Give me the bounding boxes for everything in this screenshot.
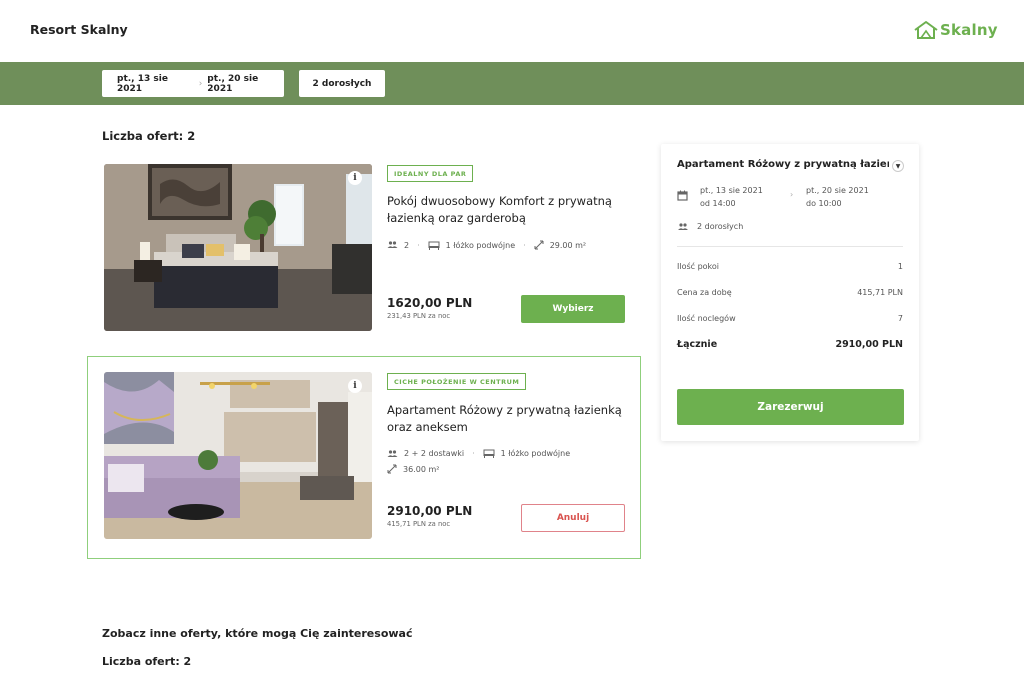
summary-total: Łącznie 2910,00 PLN <box>677 339 903 350</box>
beds-label: 1 łóżko podwójne <box>445 240 516 250</box>
booking-summary: Apartament Różowy z prywatną łazienką or… <box>661 144 919 441</box>
summary-room-title[interactable]: Apartament Różowy z prywatną łazienką or… <box>677 159 889 170</box>
calendar-icon <box>677 190 688 201</box>
room-photo[interactable] <box>104 164 372 331</box>
summary-guests: 2 dorosłych <box>677 222 743 231</box>
cancel-button[interactable]: Anuluj <box>521 504 625 532</box>
row-value: 415,71 PLN <box>857 288 903 297</box>
expand-arrows-icon <box>534 240 544 250</box>
people-icon <box>387 449 398 457</box>
room-features: 2 · 1 łóżko podwójne · 29.00 m² <box>387 240 637 250</box>
offer-tag: CICHE POŁOŻENIE W CENTRUM <box>387 373 527 390</box>
room-title[interactable]: Pokój dwuosobowy Komfort z prywatną łazi… <box>387 193 637 227</box>
bed-icon <box>483 449 495 458</box>
offer-card: i IDEALNY DLA PAR Pokój dwuosobowy Komfo… <box>87 156 641 343</box>
brand-name[interactable]: Resort Skalny <box>30 22 128 37</box>
checkin: pt., 13 sie 2021 od 14:00 <box>700 184 763 210</box>
price-per-night: 415,71 PLN za noc <box>387 520 451 528</box>
row-label: Ilość noclegów <box>677 314 736 323</box>
offers-count: Liczba ofert: 2 <box>102 129 196 143</box>
checkin-date: pt., 13 sie 2021 <box>700 186 763 195</box>
logo-text: Skalny <box>940 21 998 39</box>
info-icon[interactable]: i <box>348 171 362 185</box>
summary-row-rooms: Ilość pokoi 1 <box>677 262 903 271</box>
bed-icon <box>428 241 440 250</box>
date-range-picker[interactable]: pt., 13 sie 2021 › pt., 20 sie 2021 <box>102 70 284 97</box>
offer-price: 1620,00 PLN <box>387 296 473 310</box>
top-bar: Resort Skalny Skalny <box>0 0 1024 62</box>
separator-dot: · <box>417 240 420 250</box>
checkin-time: od 14:00 <box>700 199 736 208</box>
room-title[interactable]: Apartament Różowy z prywatną łazienką or… <box>387 402 637 436</box>
date-to: pt., 20 sie 2021 <box>207 73 259 94</box>
chevron-down-icon[interactable]: ▼ <box>892 160 904 172</box>
checkout-date: pt., 20 sie 2021 <box>806 186 869 195</box>
people-icon <box>387 241 398 248</box>
feature-area: 29.00 m² <box>534 240 586 250</box>
separator-dot: · <box>472 449 475 458</box>
feature-beds: 1 łóżko podwójne <box>483 449 571 458</box>
other-offers-count: Liczba ofert: 2 <box>102 655 192 668</box>
guests-picker[interactable]: 2 dorosłych <box>299 70 385 97</box>
checkout: pt., 20 sie 2021 do 10:00 <box>806 184 869 210</box>
row-label: Ilość pokoi <box>677 262 720 271</box>
checkout-time: do 10:00 <box>806 199 842 208</box>
summary-dates: pt., 13 sie 2021 od 14:00 › pt., 20 sie … <box>677 184 903 210</box>
other-offers-heading: Zobacz inne oferty, które mogą Cię zaint… <box>102 627 413 640</box>
choose-button[interactable]: Wybierz <box>521 295 625 323</box>
feature-guests: 2 <box>387 241 409 250</box>
skalny-logo[interactable]: Skalny <box>913 17 998 43</box>
row-value: 1 <box>897 262 903 271</box>
apartment-photo-image <box>104 372 372 539</box>
summary-row-price: Cena za dobę 415,71 PLN <box>677 288 903 297</box>
house-logo-icon <box>914 21 938 39</box>
offer-tag: IDEALNY DLA PAR <box>387 165 474 182</box>
total-value: 2910,00 PLN <box>835 339 903 350</box>
total-label: Łącznie <box>677 339 718 350</box>
chevron-right-icon: › <box>198 78 203 89</box>
row-value: 7 <box>897 314 903 323</box>
feature-area: 36.00 m² <box>387 464 439 474</box>
feature-beds: 1 łóżko podwójne <box>428 240 516 250</box>
separator-dot: · <box>523 240 526 250</box>
people-icon <box>678 222 688 230</box>
chevron-right-icon: › <box>790 190 794 199</box>
info-icon[interactable]: i <box>348 379 362 393</box>
offer-price: 2910,00 PLN <box>387 504 473 518</box>
search-bar: pt., 13 sie 2021 › pt., 20 sie 2021 2 do… <box>0 62 1024 105</box>
divider <box>677 246 903 247</box>
area-label: 29.00 m² <box>549 240 587 250</box>
offer-card-selected: i CICHE POŁOŻENIE W CENTRUM Apartament R… <box>87 356 641 559</box>
area-label: 36.00 m² <box>403 464 440 474</box>
guests-count: 2 + 2 dostawki <box>404 449 465 458</box>
feature-guests: 2 + 2 dostawki <box>387 449 464 458</box>
bedroom-photo-image <box>104 164 372 331</box>
book-button[interactable]: Zarezerwuj <box>677 389 904 425</box>
date-from: pt., 13 sie 2021 <box>117 73 168 94</box>
summary-row-nights: Ilość noclegów 7 <box>677 314 903 323</box>
guests-count: 2 <box>404 240 410 250</box>
summary-guests-label: 2 dorosłych <box>697 222 744 231</box>
room-features: 2 + 2 dostawki · 1 łóżko podwójne 36.00 … <box>387 449 637 474</box>
expand-arrows-icon <box>387 464 397 474</box>
row-label: Cena za dobę <box>677 288 732 297</box>
room-photo[interactable] <box>104 372 372 539</box>
beds-label: 1 łóżko podwójne <box>500 449 571 458</box>
price-per-night: 231,43 PLN za noc <box>387 312 451 320</box>
